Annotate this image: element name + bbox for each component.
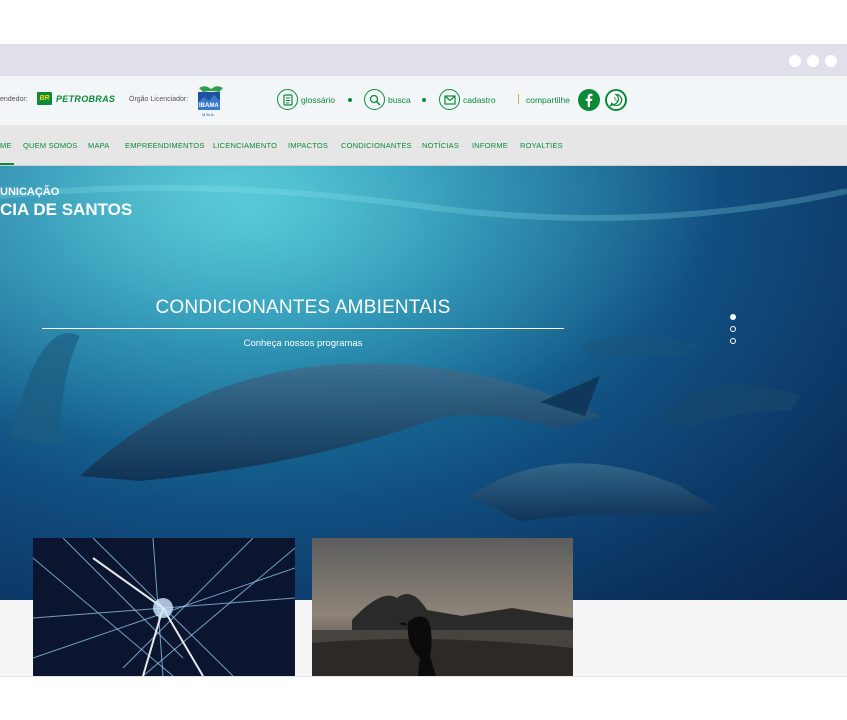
hero-slider[interactable] [0,166,847,600]
petrobras-br-badge: BR [37,92,52,105]
whatsapp-icon [609,93,623,107]
ibama-subtext: M.M.A. [202,112,215,117]
busca-link[interactable]: busca [364,89,411,110]
share-label: compartilhe [526,95,570,105]
glossario-label: glossário [301,94,336,105]
nav-item-condicionantes[interactable]: CONDICIONANTES [341,141,412,150]
window-control-dot[interactable] [825,55,837,67]
dolphins-photo [0,166,847,600]
search-icon [364,89,385,110]
slider-dot-active[interactable] [730,314,736,320]
facebook-button[interactable] [578,89,600,111]
petrobras-logo[interactable]: BR PETROBRAS [37,92,115,105]
bottom-strip [0,676,847,720]
orgao-licenciador-label: Órgão Licenciador: [129,96,189,103]
glossario-link[interactable]: glossário [277,89,335,110]
cadastro-link[interactable]: cadastro [439,89,496,110]
nav-item-noticias[interactable]: NOTÍCIAS [422,141,459,150]
network-lights-image [33,538,295,676]
hero-brand-line2: CIA DE SANTOS [0,200,133,219]
facebook-icon [585,93,593,107]
slider-dot[interactable] [730,326,736,332]
hero-brand-line1: UNICAÇÃO [0,186,60,198]
hero-divider [42,328,564,329]
beach-sunset-image [312,538,573,676]
busca-label: busca [388,94,411,105]
document-icon [277,89,298,110]
share-separator [518,94,519,104]
news-card-network[interactable] [33,538,295,676]
nav-item-informe[interactable]: INFORME [472,141,508,150]
nav-item-home[interactable]: ME [0,141,12,150]
hero-title: CONDICIONANTES AMBIENTAIS [155,297,451,318]
separator-dot [422,98,426,102]
window-control-dot[interactable] [789,55,801,67]
window-control-dot[interactable] [807,55,819,67]
empreendedor-label: endedor: [0,96,28,103]
nav-item-quem-somos[interactable]: QUEM SOMOS [23,141,78,150]
nav-item-licenciamento[interactable]: LICENCIAMENTO [213,141,277,150]
nav-item-impactos[interactable]: IMPACTOS [288,141,328,150]
nav-active-indicator [0,163,14,165]
petrobras-wordmark: PETROBRAS [56,93,116,104]
whatsapp-button[interactable] [605,89,627,111]
slider-dot[interactable] [730,338,736,344]
mail-icon [439,89,460,110]
browser-chrome-bar [0,44,847,76]
news-card-beach[interactable] [312,538,573,676]
hero-subtitle-link[interactable]: Conheça nossos programas [42,338,564,349]
nav-item-empreendimentos[interactable]: EMPREENDIMENTOS [125,141,205,150]
nav-item-royalties[interactable]: ROYALTIES [520,141,563,150]
ibama-text: IBAMA [199,103,219,109]
ibama-logo[interactable]: IBAMA M.M.A. [193,82,227,118]
page-top-spacer [0,0,847,44]
nav-item-mapa[interactable]: MAPA [88,141,110,150]
cadastro-label: cadastro [463,94,496,105]
separator-dot [348,98,352,102]
